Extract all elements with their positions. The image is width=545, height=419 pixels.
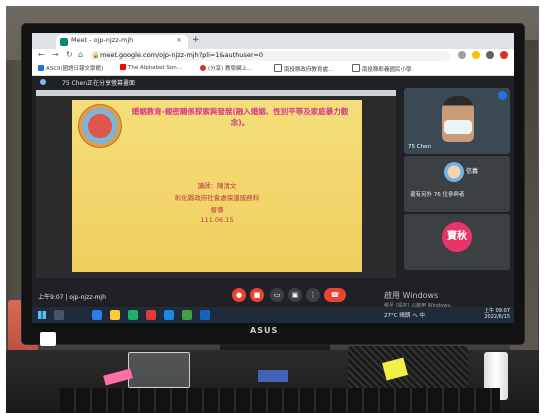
bookmark-item[interactable]: 南投縣彰義國民小學 bbox=[352, 64, 412, 73]
search-icon[interactable] bbox=[54, 310, 64, 320]
file-explorer-icon[interactable] bbox=[110, 310, 120, 320]
camera-off-button[interactable]: ■ bbox=[250, 288, 264, 302]
white-box bbox=[40, 332, 56, 346]
mic-off-button[interactable]: ● bbox=[232, 288, 246, 302]
chrome-icon[interactable] bbox=[146, 310, 156, 320]
browser-tab[interactable]: Meet - ojp-njzz-mjh × bbox=[56, 35, 188, 49]
participant-tile-self[interactable]: 寶秋 bbox=[404, 214, 510, 270]
present-button[interactable]: ▣ bbox=[288, 288, 302, 302]
presenting-icon bbox=[40, 79, 46, 85]
bookmark-item[interactable]: The Alphabet Son... bbox=[120, 64, 182, 71]
presentation-slide: 婚姻教育-親密關係探索與發展(融入婚姻、性別平等及家庭暴力觀念)。 講師：陳清文… bbox=[72, 100, 362, 272]
captions-icon: ▭ bbox=[273, 291, 281, 299]
keyboard bbox=[60, 388, 500, 413]
slide-role: 督導 bbox=[210, 206, 224, 214]
app-icon[interactable] bbox=[164, 310, 174, 320]
presenter-text: 75 Chen正在分享螢幕畫面 bbox=[62, 80, 136, 87]
slide-date: 111.06.15 bbox=[200, 216, 234, 224]
page-icon bbox=[274, 64, 282, 72]
windows-start-icon[interactable] bbox=[38, 311, 46, 319]
participant-tile-presenter[interactable]: 75 Chen bbox=[404, 88, 510, 154]
slide-lecturer: 講師：陳清文 bbox=[197, 182, 237, 190]
plastic-container bbox=[128, 352, 190, 388]
system-tray[interactable]: 27°C 晴朗 へ 中 bbox=[384, 311, 425, 319]
camera-off-icon: ■ bbox=[253, 291, 261, 299]
participant-avatar: 寶秋 bbox=[442, 222, 472, 252]
tab-title: Meet - ojp-njzz-mjh bbox=[71, 36, 134, 44]
others-count-label: 還有另外 76 位參與者 bbox=[410, 192, 465, 198]
meet-control-bar: 上午9:07 | ojp-njzz-mjh ● ■ ▭ ▣ ⋮ ☎ bbox=[32, 282, 514, 308]
slide-title: 婚姻教育-親密關係探索與發展(融入婚姻、性別平等及家庭暴力觀念)。 bbox=[131, 107, 349, 127]
url-text: meet.google.com/ojp-njzz-mjh?pli=1&authu… bbox=[100, 51, 264, 59]
address-bar[interactable]: 🔒 meet.google.com/ojp-njzz-mjh?pli=1&aut… bbox=[90, 51, 450, 61]
slide-org: 彰化縣政府社會處保護服務科 bbox=[174, 194, 260, 202]
captions-button[interactable]: ▭ bbox=[270, 288, 284, 302]
mesh-basket bbox=[348, 346, 468, 390]
shared-screen: 婚姻教育-親密關係探索與發展(融入婚姻、性別平等及家庭暴力觀念)。 講師：陳清文… bbox=[36, 90, 396, 278]
youtube-icon bbox=[120, 64, 126, 70]
hang-up-icon: ☎ bbox=[330, 291, 340, 299]
bookmark-item[interactable]: ASCII(國語日報文學館) bbox=[38, 64, 103, 72]
bookmark-icon bbox=[200, 65, 206, 71]
back-icon[interactable]: ← bbox=[38, 50, 45, 59]
lock-icon: 🔒 bbox=[92, 52, 100, 59]
home-icon[interactable]: ⌂ bbox=[78, 50, 83, 59]
tab-close-icon[interactable]: × bbox=[176, 36, 182, 44]
hang-up-button[interactable]: ☎ bbox=[324, 288, 346, 302]
edge-icon[interactable] bbox=[92, 310, 102, 320]
profile-avatar-icon[interactable] bbox=[500, 51, 508, 59]
reload-icon[interactable]: ↻ bbox=[66, 50, 73, 59]
clock-date: 2022/6/15 bbox=[484, 314, 510, 320]
face-mask bbox=[444, 120, 472, 134]
app-icon[interactable] bbox=[182, 310, 192, 320]
browser-tabstrip: Meet - ojp-njzz-mjh × + bbox=[32, 33, 514, 49]
speaking-indicator-icon bbox=[498, 91, 507, 100]
meeting-time-code: 上午9:07 | ojp-njzz-mjh bbox=[38, 294, 106, 301]
bookmark-star-icon[interactable] bbox=[472, 51, 480, 59]
participant-name: 信義 bbox=[466, 168, 479, 175]
mic-off-icon: ● bbox=[235, 291, 243, 299]
more-options-button[interactable]: ⋮ bbox=[306, 288, 320, 302]
forward-icon[interactable]: → bbox=[52, 50, 59, 59]
bookmark-item[interactable]: 南投縣政府教育處... bbox=[274, 64, 333, 73]
slide-logo bbox=[78, 104, 122, 148]
bookmark-icon bbox=[38, 65, 44, 71]
present-icon: ▣ bbox=[291, 291, 299, 299]
app-icon[interactable] bbox=[200, 310, 210, 320]
participant-tile-others[interactable]: 信義 還有另外 76 位參與者 bbox=[404, 156, 510, 212]
participant-avatar bbox=[444, 162, 464, 182]
participant-video bbox=[442, 96, 474, 142]
shared-screen-toolbar bbox=[36, 90, 396, 96]
bookmarks-bar: ASCII(國語日報文學館) The Alphabet Son... (分享) … bbox=[32, 63, 514, 76]
extensions-icon[interactable] bbox=[486, 51, 494, 59]
new-tab-button[interactable]: + bbox=[192, 35, 200, 45]
browser-toolbar: ← → ↻ ⌂ 🔒 meet.google.com/ojp-njzz-mjh?p… bbox=[32, 49, 514, 63]
page-icon bbox=[352, 64, 360, 72]
participant-name: 75 Chen bbox=[408, 144, 431, 150]
more-vert-icon: ⋮ bbox=[309, 291, 317, 299]
bookmark-item[interactable]: (分享) 教學網上... bbox=[200, 64, 252, 72]
windows-taskbar: 27°C 晴朗 へ 中 上午 09:07 2022/6/15 bbox=[32, 307, 514, 323]
monitor-screen: Meet - ojp-njzz-mjh × + ← → ↻ ⌂ 🔒 meet.g… bbox=[32, 33, 514, 323]
share-icon[interactable] bbox=[458, 51, 466, 59]
blue-item bbox=[258, 370, 288, 382]
app-icon[interactable] bbox=[128, 310, 138, 320]
asus-logo: ASUS bbox=[250, 326, 279, 335]
presenter-banner: 75 Chen正在分享螢幕畫面 bbox=[32, 76, 514, 88]
meet-window: 75 Chen正在分享螢幕畫面 婚姻教育-親密關係探索與發展(融入婚姻、性別平等… bbox=[32, 76, 514, 323]
meet-favicon-icon bbox=[60, 38, 68, 46]
taskbar-clock[interactable]: 上午 09:07 2022/6/15 bbox=[470, 308, 510, 320]
